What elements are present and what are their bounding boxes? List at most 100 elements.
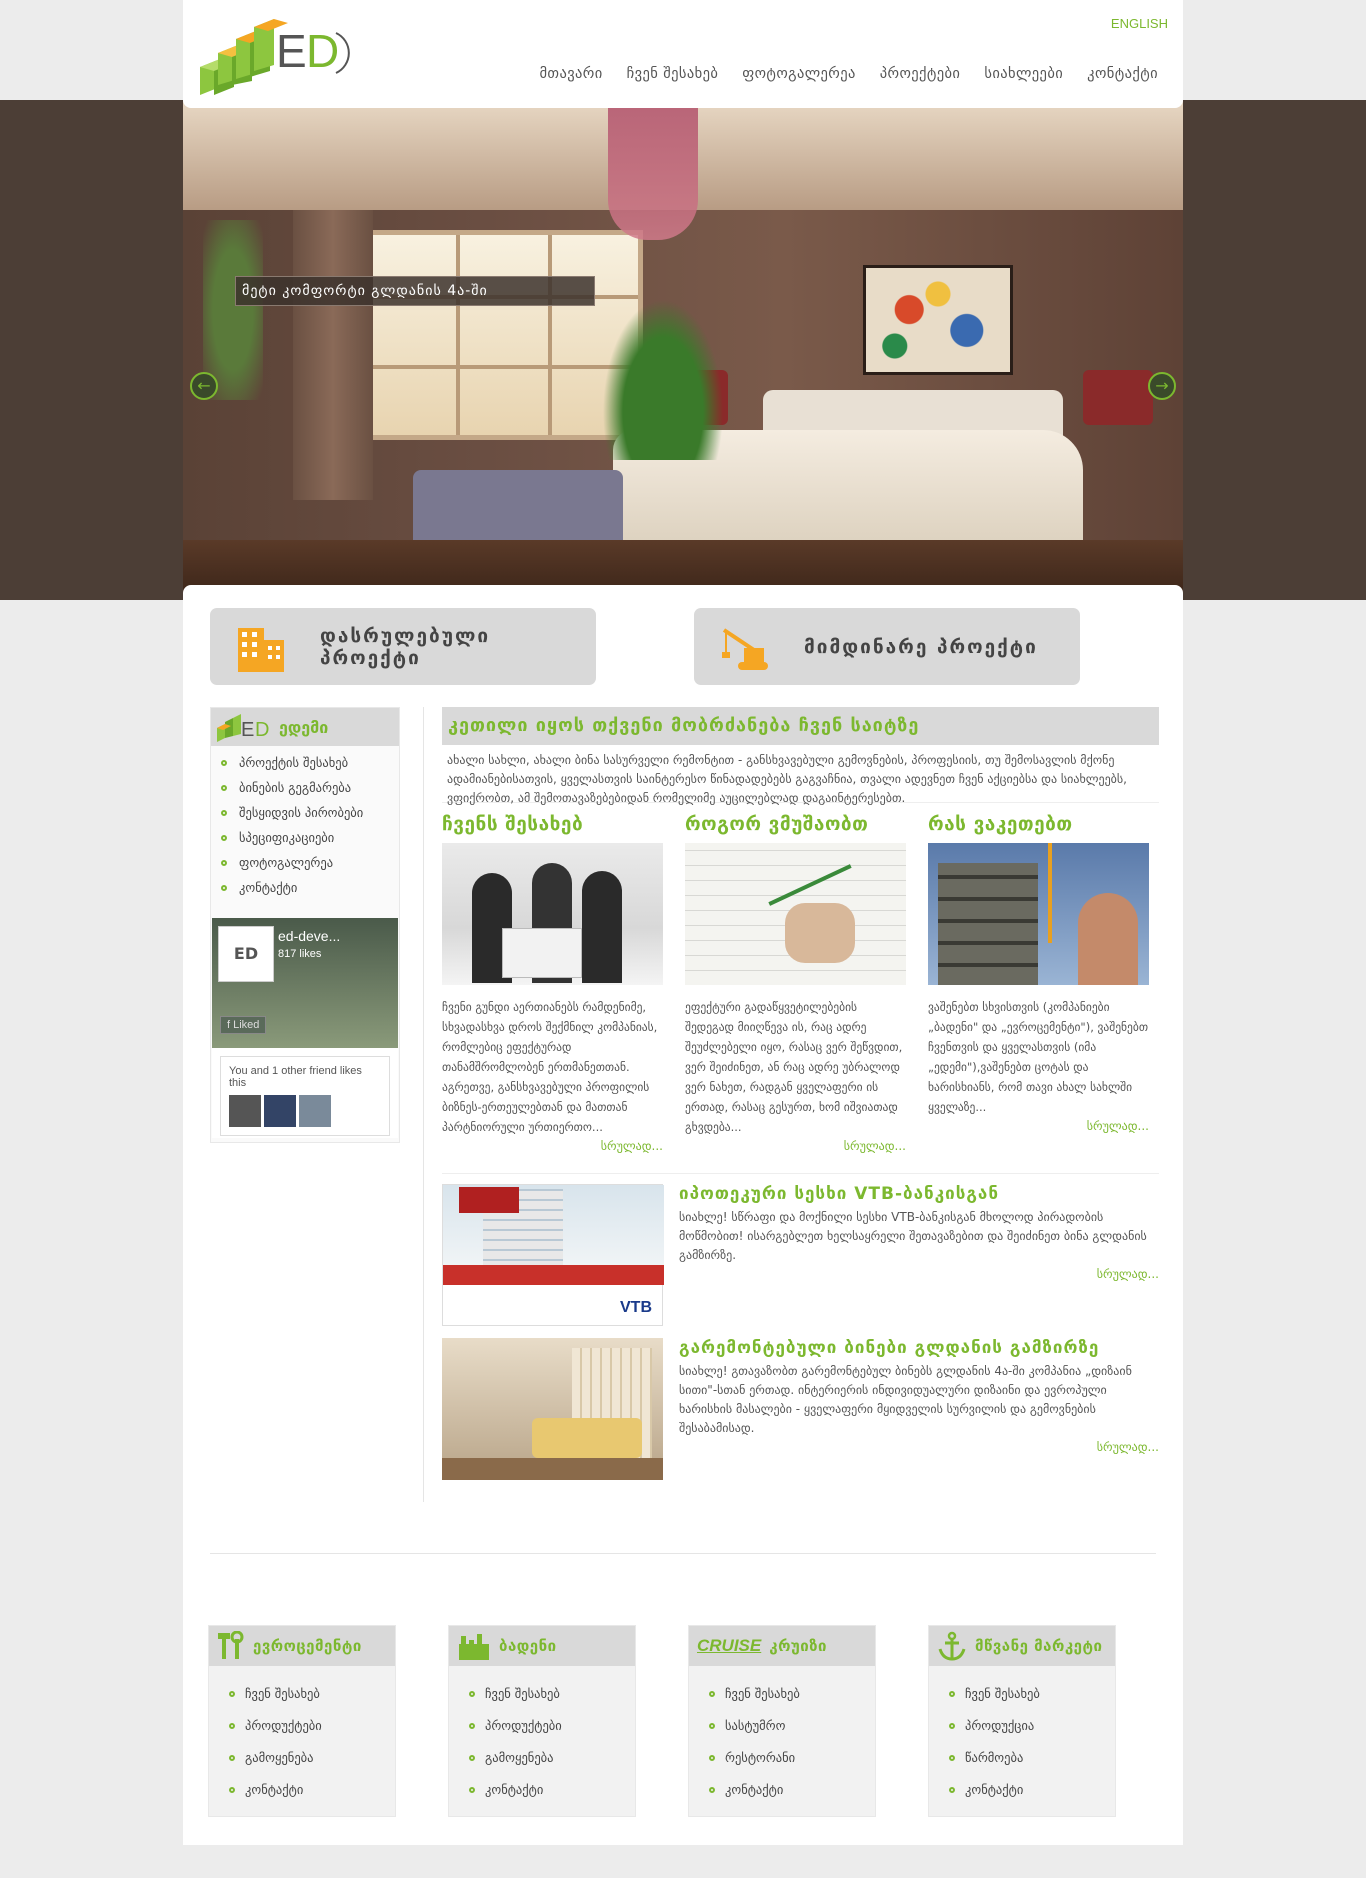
hero-slider: მეტი კომფორტი გლდანის 4ა-ში ← → [0, 100, 1366, 600]
vtb-mortgage-image[interactable]: VTB [442, 1184, 664, 1326]
bullet-icon [229, 1755, 235, 1761]
about-title[interactable]: ჩვენს შესახებ [442, 813, 663, 843]
bullet-icon [229, 1691, 235, 1697]
team-photo[interactable] [442, 843, 663, 985]
sidebar: E D ედემი პროექტის შესახებ ბინების გეგმა… [210, 707, 400, 1143]
main-column: კეთილი იყოს თქვენი მობრძანება ჩვენ საიტზ… [442, 707, 1159, 1480]
facebook-liked-button[interactable]: f Liked [220, 1016, 267, 1034]
baden-header[interactable]: ბადენი [449, 1626, 635, 1666]
bullet-icon [229, 1787, 235, 1793]
completed-project-button[interactable]: დასრულებული პროექტი [210, 608, 596, 685]
friend-avatar[interactable] [264, 1095, 297, 1127]
how-we-work-read-more-link[interactable]: სრულად... [685, 1139, 906, 1153]
nav-item-news[interactable]: სიახლეები [984, 66, 1063, 82]
sidebar-item-specs[interactable]: სპეციფიკაციები [221, 825, 399, 850]
footer-link[interactable]: რესტორანი [709, 1742, 875, 1774]
bullet-icon [221, 809, 227, 816]
about-text: ჩვენი გუნდი აერთიანებს რამდენიმე, სხვადა… [442, 1000, 658, 1134]
svg-text:D: D [255, 719, 269, 741]
how-we-work-text: ეფექტური გადაწყვეტილებების შედეგად მიიღწ… [685, 1000, 903, 1134]
bullet-icon [221, 884, 227, 891]
sidebar-item-floor-plans[interactable]: ბინების გეგმარება [221, 775, 399, 800]
edem-logo-icon: E D [217, 714, 269, 742]
sidebar-item-about-project[interactable]: პროექტის შესახებ [221, 750, 399, 775]
slider-prev-arrow-icon[interactable]: ← [190, 372, 218, 400]
footer-separator [210, 1553, 1156, 1554]
footer-link[interactable]: პროდუქტები [229, 1710, 395, 1742]
sidebar-item-gallery[interactable]: ფოტოგალერეა [221, 850, 399, 875]
renovated-apartment-image[interactable] [442, 1338, 663, 1480]
nav-item-contact[interactable]: კონტაქტი [1087, 66, 1158, 82]
blueprint-photo[interactable] [685, 843, 906, 985]
green-market-box: მწვანე მარკეტი ჩვენ შესახებ პროდუქცია წა… [928, 1625, 1116, 1817]
english-lang-link[interactable]: ENGLISH [1111, 16, 1168, 31]
footer-link[interactable]: ჩვენ შესახებ [709, 1678, 875, 1710]
sidebar-item-contact[interactable]: კონტაქტი [221, 875, 399, 900]
footer-link[interactable]: კონტაქტი [229, 1774, 395, 1806]
news-item: VTB იპოთეკური სესხი VTB-ბანკისგან სიახლე… [442, 1184, 1159, 1326]
bullet-icon [469, 1755, 475, 1761]
facebook-page-name[interactable]: ed-deve... [278, 928, 340, 944]
crane-icon [714, 622, 774, 672]
nav-item-home[interactable]: მთავარი [539, 66, 602, 82]
nav-item-gallery[interactable]: ფოტოგალერეა [742, 66, 856, 82]
footer-link[interactable]: ჩვენ შესახებ [469, 1678, 635, 1710]
footer-link[interactable]: ჩვენ შესახებ [949, 1678, 1115, 1710]
how-we-work-title[interactable]: როგორ ვმუშაობთ [685, 813, 906, 843]
news-title[interactable]: იპოთეკური სესხი VTB-ბანკისგან [679, 1184, 1159, 1204]
bullet-icon [949, 1755, 955, 1761]
hero-caption: მეტი კომფორტი გლდანის 4ა-ში [235, 276, 595, 306]
bullet-icon [709, 1723, 715, 1729]
site-header: E D ENGLISH მთავარი ჩვენ შესახებ ფოტოგალ… [183, 0, 1183, 108]
footer-link[interactable]: პროდუქტები [469, 1710, 635, 1742]
what-we-do-read-more-link[interactable]: სრულად... [928, 1119, 1149, 1133]
slider-next-arrow-icon[interactable]: → [1148, 372, 1176, 400]
footer-link[interactable]: პროდუქცია [949, 1710, 1115, 1742]
cruise-logo-icon: CRUISE [697, 1636, 762, 1655]
construction-photo[interactable] [928, 843, 1149, 985]
footer-link[interactable]: წარმოება [949, 1742, 1115, 1774]
bullet-icon [469, 1723, 475, 1729]
footer-link[interactable]: კონტაქტი [469, 1774, 635, 1806]
tools-icon [218, 1631, 244, 1659]
facebook-friends-text: You and 1 other friend likes this [229, 1065, 362, 1089]
about-column: ჩვენს შესახებ ჩვენი გუნდი აერთიანებს რამ… [442, 813, 663, 1153]
cruise-header[interactable]: CRUISE კრუიზი [689, 1626, 875, 1666]
eurocement-box: ევროცემენტი ჩვენ შესახებ პროდუქტები გამო… [208, 1625, 396, 1817]
column-divider [423, 707, 424, 1502]
bullet-icon [229, 1723, 235, 1729]
footer-link[interactable]: ჩვენ შესახებ [229, 1678, 395, 1710]
footer-link[interactable]: სასტუმრო [709, 1710, 875, 1742]
news-read-more-link[interactable]: სრულად... [679, 1267, 1159, 1281]
what-we-do-column: რას ვაკეთებთ ვაშენებთ სხვისთვის (კომპანი… [928, 813, 1149, 1153]
nav-item-about[interactable]: ჩვენ შესახებ [627, 66, 719, 82]
facebook-friends-box: You and 1 other friend likes this [220, 1056, 390, 1136]
news-title[interactable]: გარემონტებული ბინები გლდანის გამზირზე [679, 1338, 1159, 1358]
friend-avatar[interactable] [299, 1095, 332, 1127]
eurocement-header[interactable]: ევროცემენტი [209, 1626, 395, 1666]
current-project-button[interactable]: მიმდინარე პროექტი [694, 608, 1080, 685]
sidebar-item-purchase-terms[interactable]: შესყიდვის პირობები [221, 800, 399, 825]
bullet-icon [221, 859, 227, 866]
bullet-icon [709, 1755, 715, 1761]
facebook-page-logo[interactable]: ED [218, 926, 274, 982]
about-read-more-link[interactable]: სრულად... [442, 1139, 663, 1153]
bullet-icon [469, 1787, 475, 1793]
bullet-icon [709, 1787, 715, 1793]
footer-link[interactable]: კონტაქტი [709, 1774, 875, 1806]
what-we-do-text: ვაშენებთ სხვისთვის (კომპანიები „ბადენი" … [928, 1000, 1149, 1114]
green-market-header[interactable]: მწვანე მარკეტი [929, 1626, 1115, 1666]
footer-link[interactable]: კონტაქტი [949, 1774, 1115, 1806]
completed-project-label: დასრულებული პროექტი [320, 624, 491, 669]
welcome-intro: ახალი სახლი, ახალი ბინა სასურველი რემონტ… [442, 745, 1159, 805]
footer-link[interactable]: გამოყენება [469, 1742, 635, 1774]
news-read-more-link[interactable]: სრულად... [679, 1440, 1159, 1454]
what-we-do-title[interactable]: რას ვაკეთებთ [928, 813, 1149, 843]
how-we-work-column: როგორ ვმუშაობთ ეფექტური გადაწყვეტილებები… [685, 813, 906, 1153]
nav-item-projects[interactable]: პროექტები [880, 66, 961, 82]
friend-avatar[interactable] [229, 1095, 261, 1127]
main-content: დასრულებული პროექტი მიმდინარე პროექტი E … [183, 585, 1183, 1845]
svg-text:E: E [276, 25, 307, 77]
footer-link[interactable]: გამოყენება [229, 1742, 395, 1774]
site-logo[interactable]: E D [198, 15, 358, 105]
